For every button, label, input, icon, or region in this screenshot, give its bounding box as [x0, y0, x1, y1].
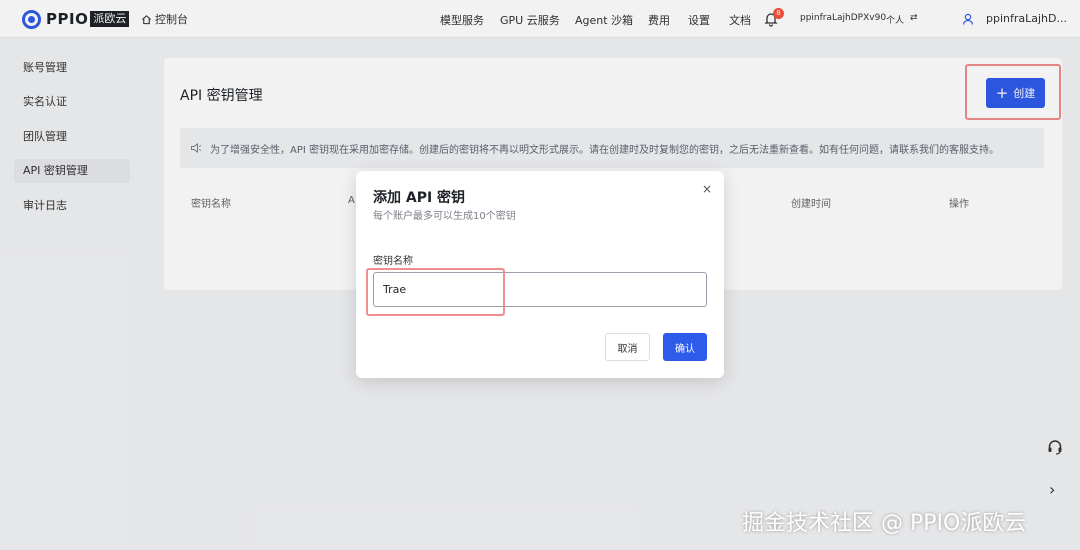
- close-icon[interactable]: ×: [700, 182, 714, 196]
- key-name-label: 密钥名称: [373, 256, 413, 267]
- chevron-right-icon[interactable]: ›: [1049, 480, 1055, 499]
- headset-icon[interactable]: [1046, 438, 1064, 456]
- input-highlight: [366, 268, 505, 316]
- confirm-button[interactable]: 确认: [663, 333, 707, 361]
- cancel-button[interactable]: 取消: [605, 333, 650, 361]
- dialog-title: 添加 API 密钥: [373, 190, 466, 206]
- dialog-subtitle: 每个账户最多可以生成10个密钥: [373, 211, 516, 222]
- watermark: 掘金技术社区 @ PPIO派欧云: [742, 511, 1027, 536]
